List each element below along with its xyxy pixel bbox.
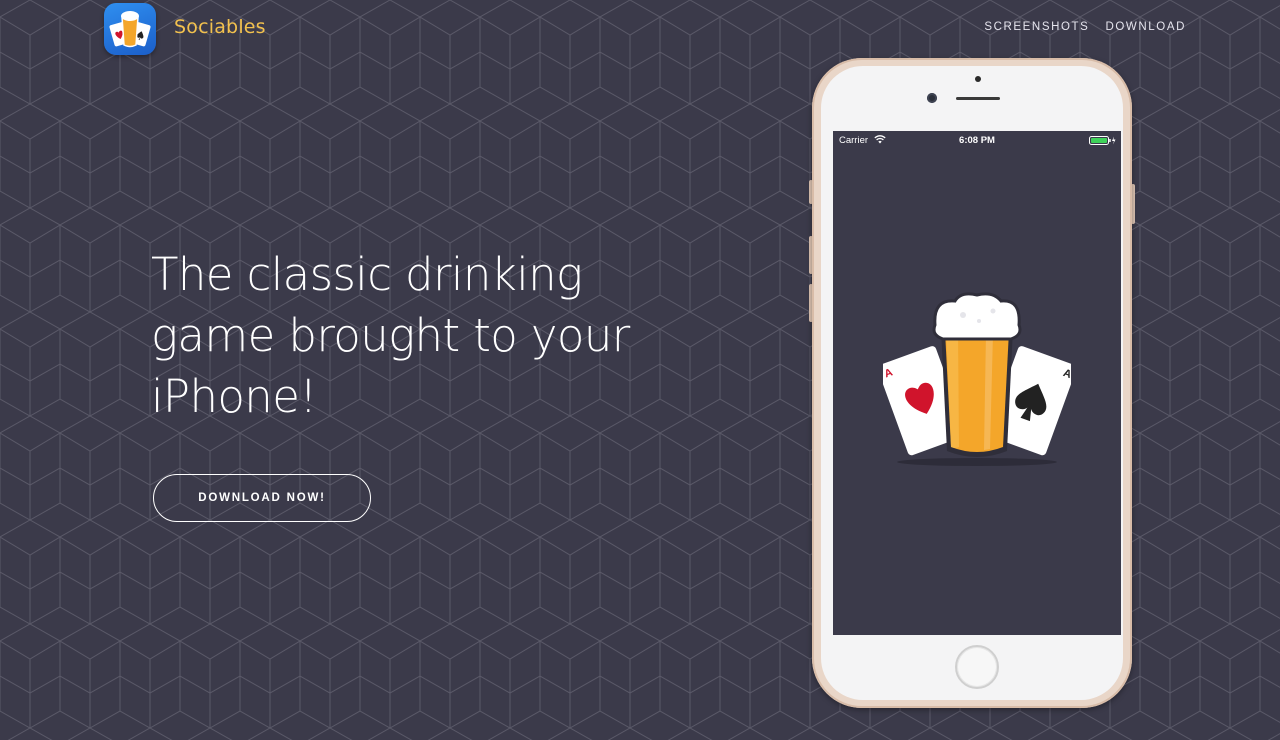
earpiece-speaker [956, 97, 1000, 100]
brand-name: Sociables [174, 16, 266, 38]
nav-screenshots-link[interactable]: SCREENSHOTS [984, 21, 1089, 33]
iphone-mockup: Carrier 6:08 PM A A [808, 58, 1138, 710]
beer-and-playing-cards-icon: A A [883, 292, 1071, 466]
phone-screen: Carrier 6:08 PM A A [833, 131, 1121, 635]
home-button[interactable] [955, 645, 999, 689]
status-time: 6:08 PM [959, 135, 995, 146]
nav-links: SCREENSHOTS DOWNLOAD [984, 21, 1186, 33]
phone-frame: Carrier 6:08 PM A A [812, 58, 1132, 708]
status-bar: Carrier 6:08 PM [833, 131, 1121, 149]
proximity-sensor [975, 76, 981, 82]
battery-charging-icon [1089, 136, 1116, 145]
download-now-button[interactable]: DOWNLOAD NOW! [153, 474, 371, 522]
hero-headline: The classic drinking game brought to you… [151, 248, 630, 423]
nav-download-link[interactable]: DOWNLOAD [1105, 21, 1186, 33]
beer-cards-logo-icon [104, 3, 156, 55]
brand-link[interactable]: Sociables [104, 3, 266, 55]
front-camera-icon [927, 93, 937, 103]
navbar: Sociables SCREENSHOTS DOWNLOAD [0, 0, 1280, 56]
